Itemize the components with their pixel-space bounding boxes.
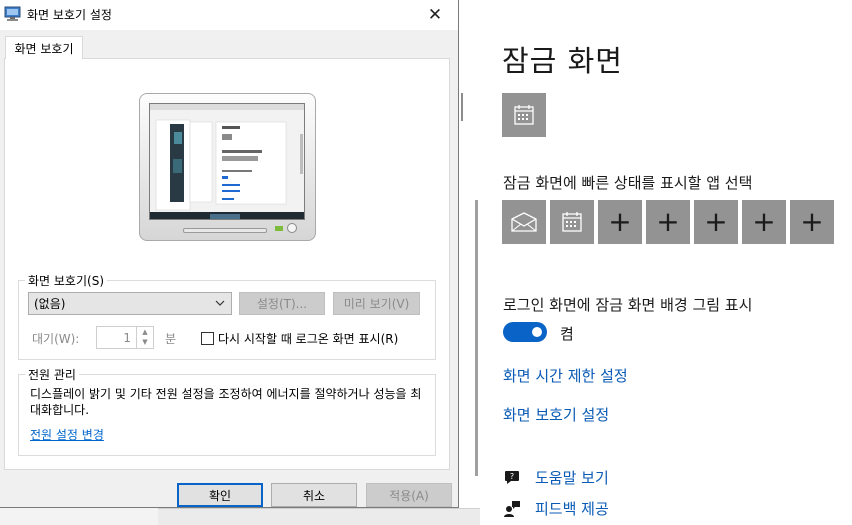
signin-background-label: 로그인 화면에 잠금 화면 배경 그림 표시: [503, 296, 753, 314]
settings-button[interactable]: 설정(T)...: [239, 292, 325, 315]
plus-icon: +: [704, 205, 728, 238]
preview-button[interactable]: 미리 보기(V): [333, 292, 420, 315]
close-icon: ✕: [427, 5, 443, 25]
wait-label: 대기(W):: [32, 332, 80, 346]
settings-scrollbar[interactable]: [475, 200, 478, 476]
plus-icon: +: [656, 205, 680, 238]
power-button-icon: [287, 223, 297, 233]
lock-screen-settings: 잠금 화면 잠금 화면에 빠른 상태를 표시할 앱 선택 + + + + + 로…: [480, 0, 852, 525]
quick-status-label: 잠금 화면에 빠른 상태를 표시할 앱 선택: [503, 174, 753, 192]
quick-status-tile-add-2[interactable]: +: [646, 200, 690, 244]
wait-value: 1: [123, 331, 131, 345]
monitor-app-icon: [4, 6, 21, 21]
quick-status-tile-add-4[interactable]: +: [742, 200, 786, 244]
tab-screensaver[interactable]: 화면 보호기: [5, 36, 83, 59]
ok-button[interactable]: 확인: [177, 483, 263, 507]
plus-icon: +: [608, 205, 632, 238]
detailed-status-app-tile[interactable]: [502, 93, 546, 137]
monitor-slot: [183, 228, 267, 233]
monitor-preview: [139, 93, 316, 241]
plus-icon: +: [752, 205, 776, 238]
plus-icon: +: [800, 205, 824, 238]
close-button[interactable]: ✕: [412, 0, 458, 30]
feedback-link[interactable]: 피드백 제공: [535, 498, 609, 519]
stepper-down-icon[interactable]: ▼: [137, 337, 153, 347]
mail-icon: [511, 212, 537, 232]
quick-status-tile-add-1[interactable]: +: [598, 200, 642, 244]
screensaver-settings-link[interactable]: 화면 보호기 설정: [503, 404, 609, 425]
page-title: 잠금 화면: [502, 44, 623, 78]
dialog-title: 화면 보호기 설정: [27, 8, 112, 22]
stepper-arrows[interactable]: ▲ ▼: [136, 327, 153, 348]
help-link[interactable]: 도움말 보기: [535, 467, 609, 488]
screensaver-select[interactable]: (없음): [28, 292, 232, 315]
resume-logon-label[interactable]: 다시 시작할 때 로그온 화면 표시(R): [218, 330, 398, 347]
toggle-knob: [532, 327, 542, 337]
quick-status-tile-mail[interactable]: [502, 200, 546, 244]
feedback-link-row[interactable]: 피드백 제공: [503, 498, 609, 519]
svg-text:?: ?: [510, 472, 514, 481]
change-power-settings-link[interactable]: 전원 설정 변경: [30, 426, 104, 443]
screensaver-dialog: 화면 보호기 설정 ✕ 화면 보호기 화면 보호기(S) (없음) 설정(T).…: [0, 0, 459, 508]
chevron-down-icon: [215, 296, 225, 313]
preview-screen: [149, 103, 305, 220]
screensaver-select-value: (없음): [34, 297, 66, 311]
resume-logon-checkbox[interactable]: [201, 332, 214, 345]
stepper-up-icon[interactable]: ▲: [137, 327, 153, 337]
wait-minutes-stepper[interactable]: 1 ▲ ▼: [96, 326, 154, 349]
screensaver-group-label: 화면 보호기(S): [25, 272, 107, 289]
background-scrollbar-thumb: [461, 93, 463, 121]
apply-button[interactable]: 적용(A): [366, 483, 452, 507]
help-link-row[interactable]: ? 도움말 보기: [503, 467, 609, 488]
feedback-person-icon: [503, 500, 521, 518]
calendar-icon: [514, 105, 534, 125]
help-chat-icon: ?: [503, 469, 521, 487]
power-led: [275, 226, 283, 231]
power-description: 디스플레이 밝기 및 기타 전원 설정을 조정하여 에너지를 절약하거나 성능을…: [30, 387, 422, 417]
screen-timeout-link[interactable]: 화면 시간 제한 설정: [503, 365, 628, 386]
dialog-titlebar[interactable]: 화면 보호기 설정 ✕: [0, 0, 458, 30]
quick-status-tile-add-3[interactable]: +: [694, 200, 738, 244]
power-group-label: 전원 관리: [25, 366, 79, 383]
signin-background-toggle[interactable]: [503, 322, 547, 342]
background-taskbar-edge: [158, 508, 480, 525]
calendar-icon: [562, 212, 582, 232]
wait-unit-label: 분: [165, 332, 177, 346]
quick-status-tile-add-5[interactable]: +: [790, 200, 834, 244]
toggle-state-text: 켬: [560, 325, 574, 343]
cancel-button[interactable]: 취소: [271, 483, 357, 507]
quick-status-tile-calendar[interactable]: [550, 200, 594, 244]
